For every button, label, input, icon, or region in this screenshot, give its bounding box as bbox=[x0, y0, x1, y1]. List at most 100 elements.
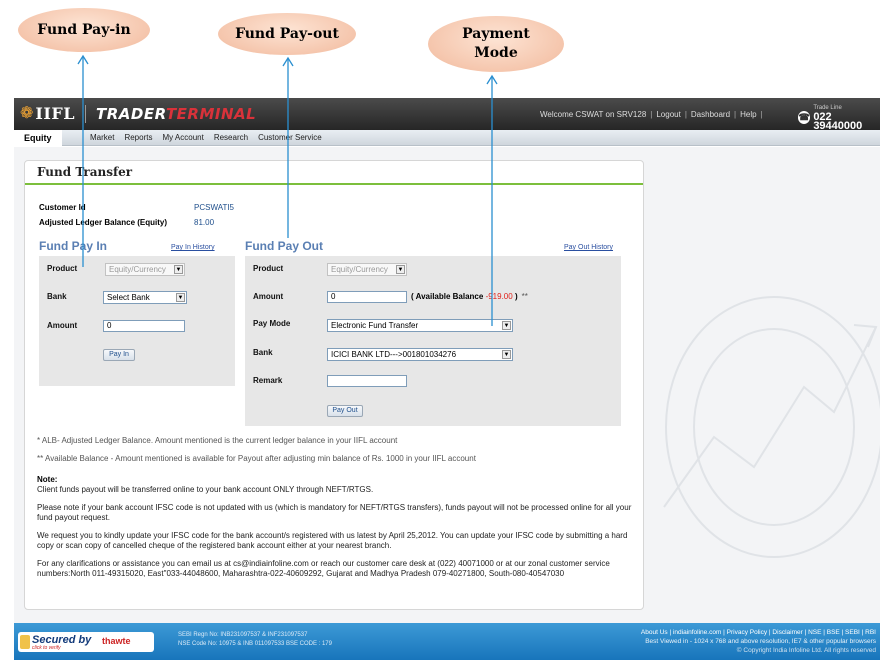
pay-out-box: Product Equity/Currency ▼ Amount 0 ( Avai… bbox=[245, 256, 621, 426]
pay-in-history-link[interactable]: Pay In History bbox=[171, 244, 215, 251]
pay-in-button[interactable]: Pay In bbox=[103, 349, 135, 361]
remark-input[interactable] bbox=[327, 375, 407, 387]
customer-id-label: Customer Id bbox=[39, 203, 86, 212]
menu-item-market[interactable]: Market bbox=[90, 133, 114, 142]
pay-in-bank-select[interactable]: Select Bank ▼ bbox=[103, 291, 187, 304]
pay-mode-label: Pay Mode bbox=[253, 319, 291, 328]
pay-out-amount-label: Amount bbox=[253, 292, 284, 301]
phone-icon: ☎ bbox=[798, 111, 811, 124]
logo: ❁ IIFL TRADERTERMINAL bbox=[20, 104, 256, 123]
top-links: Welcome CSWAT on SRV128 | Logout | Dashboard… bbox=[540, 110, 763, 119]
callout-fund-pay-out: Fund Pay-out bbox=[218, 13, 356, 55]
welcome-text: Welcome CSWAT on SRV128 bbox=[540, 110, 647, 119]
top-header-bar: ❁ IIFL TRADERTERMINAL Welcome CSWAT on S… bbox=[14, 98, 880, 132]
note-paragraph-1: Client funds payout will be transferred … bbox=[37, 485, 374, 494]
callout-text: Payment Mode bbox=[462, 25, 530, 63]
pay-in-title: Fund Pay In bbox=[39, 239, 108, 253]
available-balance-value: -919.00 bbox=[485, 292, 513, 301]
footer-links: About Us | indiainfoline.com | Privacy P… bbox=[641, 628, 876, 655]
pay-out-product-label: Product bbox=[253, 264, 284, 273]
customer-id-value: PCSWATI5 bbox=[194, 203, 235, 212]
pay-in-box: Product Equity/Currency ▼ Bank Select Ban… bbox=[39, 256, 235, 386]
thawte-logo-text: thawte bbox=[102, 636, 131, 646]
sebi-info: SEBI Regn No: INB231097537 & INF23109753… bbox=[178, 631, 332, 649]
logo-trader-part: TRADER bbox=[95, 104, 166, 123]
panel-title: Fund Transfer bbox=[37, 165, 133, 179]
pay-mode-select[interactable]: Electronic Fund Transfer ▼ bbox=[327, 319, 513, 332]
note-heading: Note: bbox=[37, 475, 58, 484]
sebi-line-2: NSE Code No: 10975 & INB 011097533 BSE C… bbox=[178, 641, 332, 647]
note-paragraph-4: For any clarifications or assistance you… bbox=[37, 559, 610, 578]
available-balance-label: ( Available Balance bbox=[411, 292, 484, 301]
arrowhead-icon bbox=[77, 54, 89, 65]
sebi-line-1: SEBI Regn No: INB231097537 & INF23109753… bbox=[178, 632, 308, 638]
pay-in-product-value: Equity/Currency bbox=[109, 265, 166, 274]
trade-line-number: 022 39440000 bbox=[813, 111, 863, 132]
pay-in-product-select[interactable]: Equity/Currency ▼ bbox=[105, 263, 185, 276]
menu-item-my-account[interactable]: My Account bbox=[162, 133, 203, 142]
thawte-seal[interactable]: Secured by thawte click to verify bbox=[18, 632, 154, 652]
pay-mode-value: Electronic Fund Transfer bbox=[331, 321, 419, 330]
callout-line: Mode bbox=[474, 45, 518, 61]
chevron-down-icon: ▼ bbox=[396, 265, 405, 274]
arrowhead-icon bbox=[282, 56, 294, 67]
logo-iifl-text: IIFL bbox=[35, 104, 75, 123]
alb-value: 81.00 bbox=[194, 218, 215, 227]
pay-out-bank-select[interactable]: ICICI BANK LTD--->001801034276 ▼ bbox=[327, 348, 513, 361]
logout-link[interactable]: Logout bbox=[656, 110, 680, 119]
available-balance: ( Available Balance -919.00 ) ** bbox=[411, 292, 528, 301]
dashboard-link[interactable]: Dashboard bbox=[691, 110, 730, 119]
menu-items: Market Reports My Account Research Custo… bbox=[90, 133, 322, 142]
available-balance-stars: ** bbox=[521, 292, 528, 301]
pay-in-product-label: Product bbox=[47, 264, 78, 273]
title-divider bbox=[25, 183, 643, 185]
callout-payment-mode: Payment Mode bbox=[428, 16, 564, 72]
chevron-down-icon: ▼ bbox=[502, 350, 511, 359]
lock-icon bbox=[20, 635, 30, 649]
callout-line: Payment bbox=[462, 26, 530, 42]
arrowhead-icon bbox=[486, 74, 498, 85]
logo-divider bbox=[84, 104, 86, 123]
pay-in-bank-value: Select Bank bbox=[107, 293, 150, 302]
pay-out-bank-value: ICICI BANK LTD--->001801034276 bbox=[331, 350, 457, 359]
fund-transfer-panel: Fund Transfer Customer Id PCSWATI5 Adjus… bbox=[24, 160, 644, 610]
footer: Secured by thawte click to verify SEBI R… bbox=[14, 623, 880, 660]
logo-trader-terminal: TRADERTERMINAL bbox=[96, 105, 256, 123]
callout-fund-pay-in: Fund Pay-in bbox=[18, 8, 150, 52]
pay-out-history-link[interactable]: Pay Out History bbox=[564, 244, 613, 251]
note-paragraph-3: We request you to kindly update your IFS… bbox=[37, 531, 628, 550]
logo-terminal-part: TERMINAL bbox=[165, 104, 257, 123]
menu-item-customer-service[interactable]: Customer Service bbox=[258, 133, 322, 142]
help-link[interactable]: Help bbox=[740, 110, 756, 119]
pay-out-product-select[interactable]: Equity/Currency ▼ bbox=[327, 263, 407, 276]
pay-out-bank-label: Bank bbox=[253, 348, 273, 357]
pay-out-title: Fund Pay Out bbox=[245, 239, 323, 253]
pay-in-amount-input[interactable]: 0 bbox=[103, 320, 185, 332]
pay-out-amount-input[interactable]: 0 bbox=[327, 291, 407, 303]
available-balance-close: ) bbox=[514, 292, 518, 301]
alb-footnote: * ALB- Adjusted Ledger Balance. Amount m… bbox=[37, 436, 398, 445]
note-paragraph-2: Please note if your bank account IFSC co… bbox=[37, 503, 632, 522]
callout-text: Fund Pay-out bbox=[235, 25, 339, 42]
iifl-flower-icon: ❁ bbox=[20, 104, 34, 122]
menu-item-research[interactable]: Research bbox=[214, 133, 248, 142]
copyright-text: © Copyright India Infoline Ltd. All righ… bbox=[736, 647, 876, 654]
pay-out-product-value: Equity/Currency bbox=[331, 265, 388, 274]
remark-label: Remark bbox=[253, 376, 283, 385]
pay-in-amount-label: Amount bbox=[47, 321, 78, 330]
tab-equity[interactable]: Equity bbox=[14, 130, 62, 146]
chevron-down-icon: ▼ bbox=[174, 265, 183, 274]
chevron-down-icon: ▼ bbox=[176, 293, 185, 302]
chevron-down-icon: ▼ bbox=[502, 321, 511, 330]
trader-terminal-window: ❁ IIFL TRADERTERMINAL Welcome CSWAT on S… bbox=[14, 98, 880, 660]
chart-watermark-icon bbox=[663, 296, 880, 558]
footer-link-row[interactable]: About Us | indiainfoline.com | Privacy P… bbox=[641, 628, 876, 637]
menu-item-reports[interactable]: Reports bbox=[124, 133, 152, 142]
best-viewed-text: Best Viewed in - 1024 x 768 and above re… bbox=[645, 638, 876, 645]
pay-out-button[interactable]: Pay Out bbox=[327, 405, 363, 417]
pay-in-bank-label: Bank bbox=[47, 292, 67, 301]
trade-line: ☎ Trade Line 022 39440000 bbox=[798, 104, 880, 132]
alb-label: Adjusted Ledger Balance (Equity) bbox=[39, 218, 168, 227]
click-to-verify-text: click to verify bbox=[32, 645, 61, 651]
main-menu-bar: Equity Market Reports My Account Researc… bbox=[14, 130, 880, 146]
